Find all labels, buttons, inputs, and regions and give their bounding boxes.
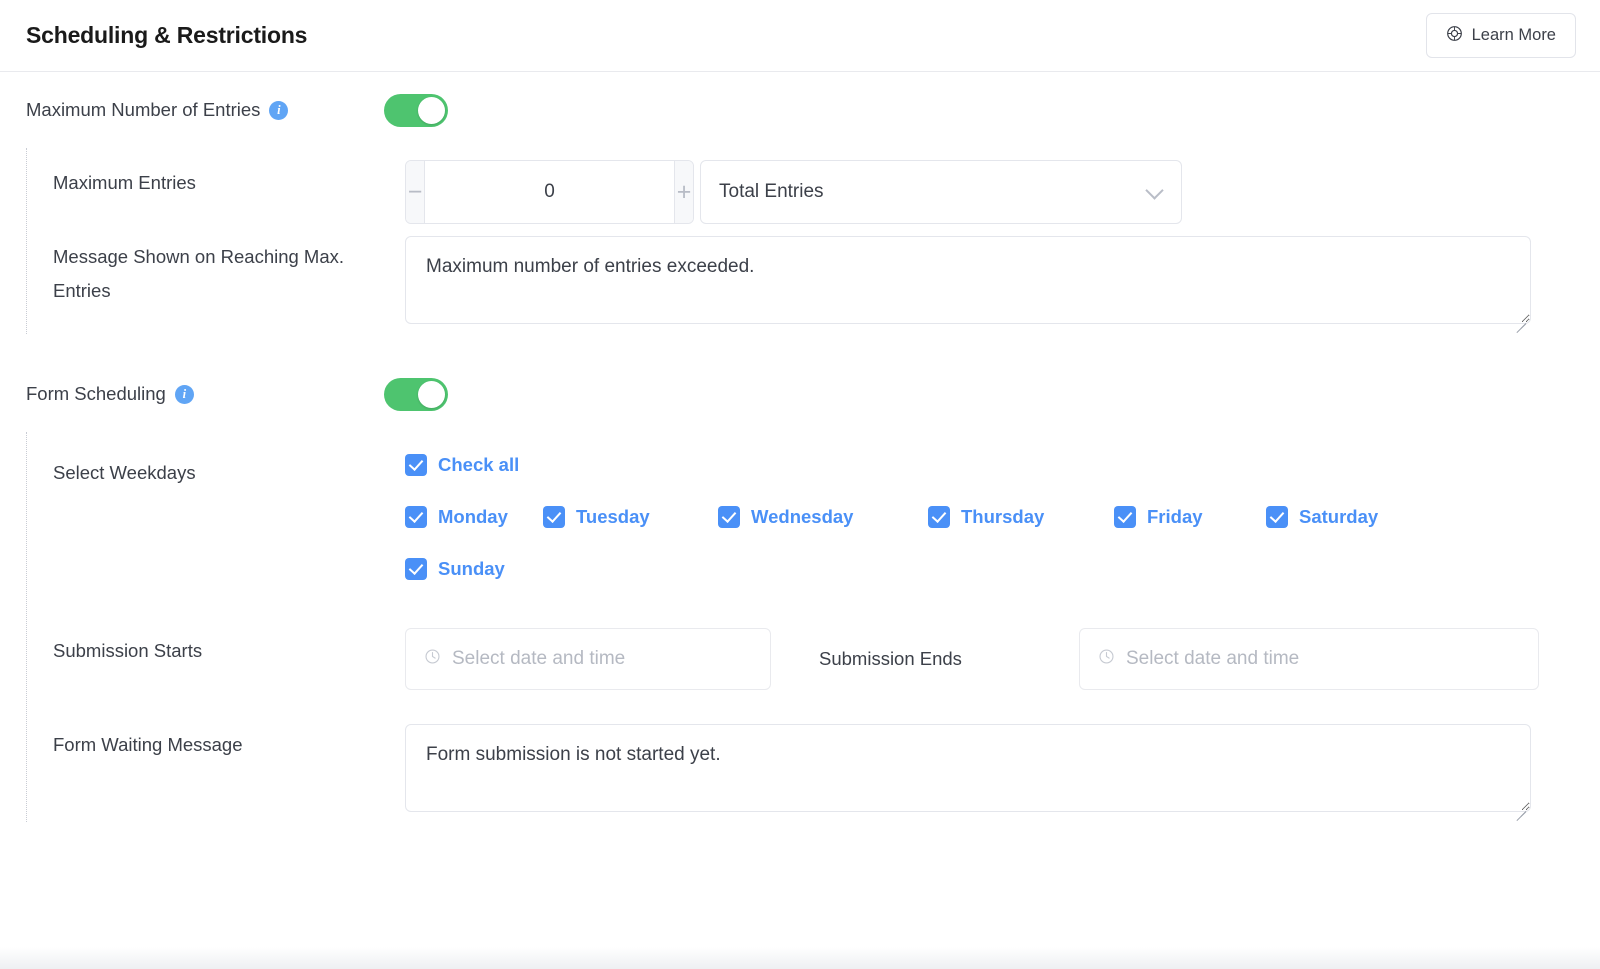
form-waiting-message-row: Form Waiting Message — [53, 712, 1600, 822]
clock-icon — [424, 648, 441, 670]
learn-more-label: Learn More — [1472, 26, 1556, 45]
checkbox-box-icon[interactable] — [1114, 506, 1136, 528]
select-weekdays-label: Select Weekdays — [53, 450, 405, 490]
checkbox-box-icon[interactable] — [718, 506, 740, 528]
checkbox-box-icon[interactable] — [405, 558, 427, 580]
max-entries-toggle-label-group: Maximum Number of Entries i — [26, 99, 384, 121]
max-entries-message-row: Message Shown on Reaching Max. Entries — [53, 224, 1600, 334]
checkbox-sunday[interactable]: Sunday — [405, 558, 505, 580]
learn-more-button[interactable]: Learn More — [1426, 13, 1576, 58]
form-waiting-message-textarea[interactable] — [405, 724, 1531, 812]
submission-ends-label: Submission Ends — [819, 648, 1079, 670]
checkbox-label-thursday: Thursday — [961, 506, 1044, 528]
form-scheduling-toggle-label-group: Form Scheduling i — [26, 383, 384, 405]
submission-starts-placeholder: Select date and time — [452, 648, 625, 670]
submission-ends-datepicker[interactable]: Select date and time — [1079, 628, 1539, 690]
max-entries-toggle-row: Maximum Number of Entries i — [0, 72, 1600, 148]
checkbox-box-icon[interactable] — [405, 454, 427, 476]
toggle-knob — [418, 97, 445, 124]
entries-type-select-value: Total Entries — [719, 181, 824, 203]
form-scheduling-toggle-row: Form Scheduling i — [0, 356, 1600, 432]
maximum-entries-stepper[interactable]: − + — [405, 160, 694, 224]
chevron-down-icon — [1145, 181, 1163, 199]
form-waiting-message-label: Form Waiting Message — [53, 724, 405, 762]
checkbox-box-icon[interactable] — [928, 506, 950, 528]
checkbox-wednesday[interactable]: Wednesday — [718, 506, 928, 528]
checkbox-label-sunday: Sunday — [438, 558, 505, 580]
maximum-entries-label: Maximum Entries — [53, 160, 405, 200]
max-entries-message-control — [405, 236, 1600, 329]
form-waiting-message-wrap — [405, 724, 1531, 817]
submission-dates-control: Select date and time Submission Ends Sel… — [405, 628, 1600, 690]
select-weekdays-row: Select Weekdays Check all Mo — [53, 432, 1600, 622]
clock-icon — [1098, 648, 1115, 670]
max-entries-toggle-switch[interactable] — [384, 94, 448, 127]
checkbox-friday[interactable]: Friday — [1114, 506, 1266, 528]
entries-type-select[interactable]: Total Entries — [700, 160, 1182, 224]
submission-dates-row: Submission Starts Select date and time S… — [53, 622, 1600, 712]
select-weekdays-control: Check all Monday Tuesday — [405, 450, 1600, 580]
stepper-increment-button[interactable]: + — [674, 161, 693, 223]
scroll-fade-overlay — [0, 947, 1600, 969]
checkbox-tuesday[interactable]: Tuesday — [543, 506, 718, 528]
checkbox-label-wednesday: Wednesday — [751, 506, 853, 528]
checkbox-check-all[interactable]: Check all — [405, 454, 519, 476]
lifering-icon — [1446, 25, 1463, 47]
weekday-checkbox-group: Check all Monday Tuesday — [405, 450, 1378, 580]
checkbox-box-icon[interactable] — [1266, 506, 1288, 528]
info-icon[interactable]: i — [269, 101, 288, 120]
panel-header: Scheduling & Restrictions Learn More — [0, 0, 1600, 72]
panel-body: Maximum Number of Entries i Maximum Entr… — [0, 72, 1600, 822]
form-scheduling-subsection: Select Weekdays Check all Mo — [26, 432, 1600, 822]
checkbox-label-tuesday: Tuesday — [576, 506, 650, 528]
checkbox-thursday[interactable]: Thursday — [928, 506, 1114, 528]
maximum-entries-row: Maximum Entries − + Total Entries — [53, 148, 1600, 224]
weekday-row-1: Monday Tuesday Wednesday — [405, 506, 1378, 528]
maximum-entries-input[interactable] — [425, 161, 674, 223]
form-scheduling-toggle-switch[interactable] — [384, 378, 448, 411]
max-entries-toggle-label: Maximum Number of Entries — [26, 99, 260, 121]
maximum-entries-control: − + Total Entries — [405, 160, 1600, 224]
max-entries-message-label: Message Shown on Reaching Max. Entries — [53, 236, 405, 308]
checkbox-monday[interactable]: Monday — [405, 506, 543, 528]
info-icon[interactable]: i — [175, 385, 194, 404]
submission-ends-placeholder: Select date and time — [1126, 648, 1299, 670]
weekday-row-2: Sunday — [405, 558, 1378, 580]
form-waiting-message-control — [405, 724, 1600, 817]
submission-starts-datepicker[interactable]: Select date and time — [405, 628, 771, 690]
checkbox-label-monday: Monday — [438, 506, 508, 528]
checkbox-saturday[interactable]: Saturday — [1266, 506, 1378, 528]
page-title: Scheduling & Restrictions — [26, 22, 307, 49]
max-entries-message-wrap — [405, 236, 1531, 329]
checkbox-label-saturday: Saturday — [1299, 506, 1378, 528]
checkbox-box-icon[interactable] — [543, 506, 565, 528]
check-all-row: Check all — [405, 454, 1378, 476]
max-entries-message-textarea[interactable] — [405, 236, 1531, 324]
max-entries-subsection: Maximum Entries − + Total Entries Messag… — [26, 148, 1600, 334]
submission-starts-label: Submission Starts — [53, 628, 405, 668]
stepper-decrement-button[interactable]: − — [406, 161, 425, 223]
checkbox-label-friday: Friday — [1147, 506, 1203, 528]
checkbox-box-icon[interactable] — [405, 506, 427, 528]
check-all-label: Check all — [438, 454, 519, 476]
toggle-knob — [418, 381, 445, 408]
scheduling-restrictions-panel: Scheduling & Restrictions Learn More Max… — [0, 0, 1600, 969]
form-scheduling-toggle-label: Form Scheduling — [26, 383, 166, 405]
